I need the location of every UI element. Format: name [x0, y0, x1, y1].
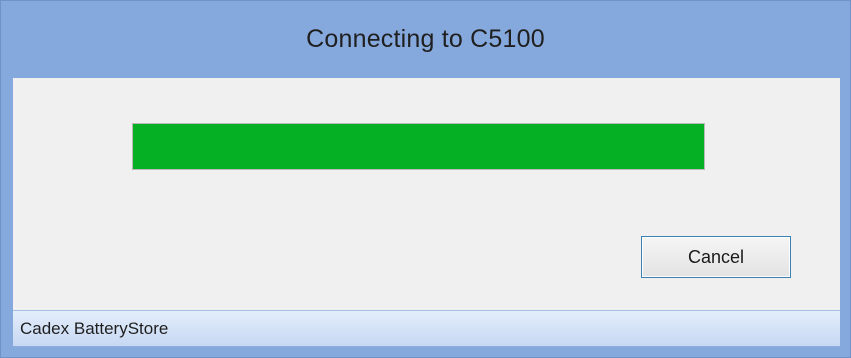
window-title: Connecting to C5100: [306, 25, 545, 53]
dialog-body: Cancel: [13, 78, 840, 310]
title-bar[interactable]: Connecting to C5100: [1, 1, 850, 78]
connection-progress-bar: [132, 123, 705, 170]
status-bar: Cadex BatteryStore: [13, 310, 840, 347]
cancel-button[interactable]: Cancel: [641, 236, 791, 278]
status-text: Cadex BatteryStore: [20, 318, 169, 338]
connecting-dialog: Connecting to C5100 Cancel Cadex Battery…: [0, 0, 851, 358]
progress-fill: [133, 124, 704, 169]
